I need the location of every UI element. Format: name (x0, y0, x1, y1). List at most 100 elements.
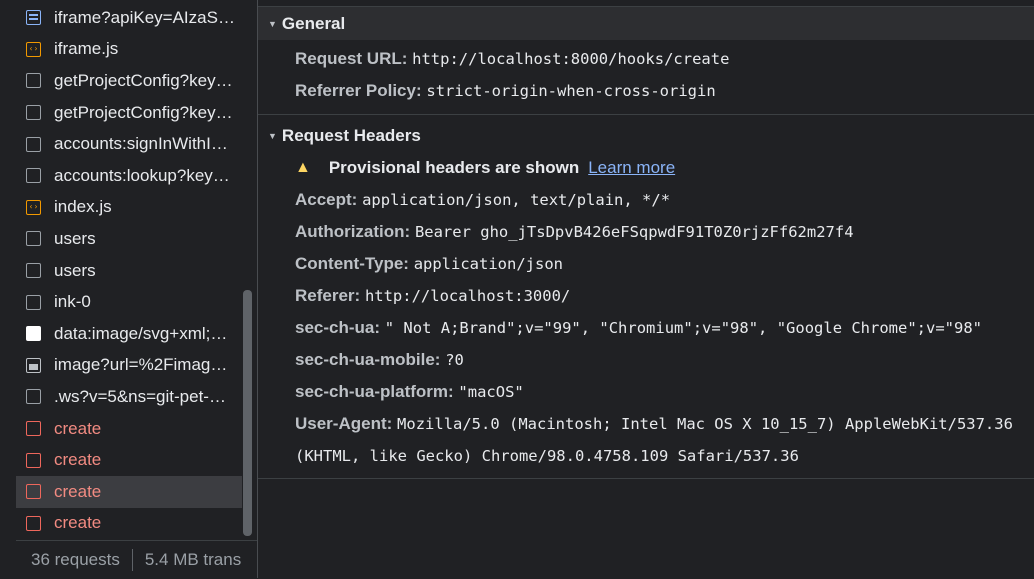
request-name: iframe.js (54, 39, 119, 59)
request-url-value: http://localhost:8000/hooks/create (412, 50, 730, 68)
status-separator (131, 549, 133, 571)
request-name: .ws?v=5&ns=git-pet-… (54, 386, 226, 406)
header-list: Accept: application/json, text/plain, */… (295, 184, 1034, 472)
collapse-triangle-icon: ▼ (268, 18, 277, 29)
request-row[interactable]: data:image/svg+xml;… (16, 318, 242, 350)
request-name: accounts:lookup?key… (54, 165, 230, 185)
image-icon (26, 357, 41, 373)
document-icon (26, 10, 41, 26)
status-bar: 36 requests 5.4 MB trans (16, 540, 257, 579)
file-icon (26, 73, 41, 89)
header-row: User-Agent: Mozilla/5.0 (Macintosh; Inte… (295, 408, 1015, 472)
request-headers-title: Request Headers (281, 125, 421, 145)
request-row[interactable]: create (16, 475, 242, 508)
header-value: "macOS" (458, 383, 524, 401)
request-row[interactable]: accounts:signInWithI… (16, 128, 242, 160)
request-row[interactable]: create (16, 413, 242, 445)
request-name: getProjectConfig?key… (54, 70, 233, 90)
file-icon (26, 136, 41, 152)
request-row[interactable]: users (16, 255, 242, 287)
request-list-pane: iframe?apiKey=AIzaS… ‹› iframe.js getProjec… (0, 0, 257, 578)
request-name: create (54, 513, 102, 533)
failed-request-icon (26, 484, 41, 500)
provisional-warning: ▲ Provisional headers are shown Learn mo… (295, 152, 1034, 184)
headers-pane: ▼ General Request URL: http://localhost:… (258, 0, 1034, 578)
request-row[interactable]: ‹› iframe.js (16, 34, 242, 66)
request-row[interactable]: ink-0 (16, 286, 242, 318)
request-count: 36 requests (31, 550, 120, 569)
request-row[interactable]: iframe?apiKey=AIzaS… (16, 2, 242, 34)
header-name: sec-ch-ua-platform: (295, 382, 454, 401)
referrer-policy-label: Referrer Policy: (295, 81, 422, 100)
script-icon: ‹› (26, 41, 41, 57)
header-name: User-Agent: (295, 414, 393, 433)
request-row[interactable]: create (16, 508, 242, 540)
collapse-triangle-icon: ▼ (268, 130, 277, 141)
request-name: getProjectConfig?key… (54, 102, 233, 122)
header-row: Referer: http://localhost:3000/ (295, 280, 1034, 312)
request-name: ink-0 (54, 292, 91, 312)
provisional-warning-text: Provisional headers are shown (328, 158, 580, 177)
header-row: Authorization: Bearer gho_jTsDpvB426eFSq… (295, 216, 1034, 248)
header-name: sec-ch-ua-mobile: (295, 350, 441, 369)
request-row[interactable]: .ws?v=5&ns=git-pet-… (16, 381, 242, 413)
header-name: Authorization: (295, 222, 411, 241)
request-row[interactable]: image?url=%2Fimag… (16, 350, 242, 382)
request-list: iframe?apiKey=AIzaS… ‹› iframe.js getProjec… (16, 2, 242, 539)
request-url-label: Request URL: (295, 49, 408, 68)
file-icon (26, 389, 41, 405)
header-value: application/json (413, 255, 563, 273)
header-row: sec-ch-ua: " Not A;Brand";v="99", "Chrom… (295, 312, 1015, 344)
request-headers-section: ▲ Provisional headers are shown Learn mo… (258, 152, 1034, 479)
request-name: iframe?apiKey=AIzaS… (54, 7, 235, 27)
top-border (258, 0, 1034, 7)
file-icon (26, 294, 41, 310)
request-row[interactable]: create (16, 444, 242, 476)
header-value: Mozilla/5.0 (Macintosh; Intel Mac OS X 1… (295, 415, 1013, 465)
request-name: create (54, 418, 102, 438)
general-section-header[interactable]: ▼ General (258, 7, 1034, 40)
script-icon: ‹› (26, 199, 41, 215)
request-name: users (54, 228, 96, 248)
failed-request-icon (26, 515, 41, 531)
header-row: Accept: application/json, text/plain, */… (295, 184, 1034, 216)
file-icon (26, 231, 41, 247)
header-value: http://localhost:3000/ (364, 287, 571, 305)
file-icon (26, 168, 41, 184)
file-icon (26, 263, 41, 279)
request-name: index.js (54, 197, 112, 217)
left-edge (0, 0, 14, 578)
request-list-scrollbar[interactable] (243, 290, 252, 536)
header-value: application/json, text/plain, */* (362, 191, 671, 209)
failed-request-icon (26, 421, 41, 437)
request-row[interactable]: ‹› index.js (16, 192, 242, 224)
request-row[interactable]: getProjectConfig?key… (16, 65, 242, 97)
request-name: users (54, 260, 96, 280)
header-row: sec-ch-ua-mobile: ?0 (295, 344, 1034, 376)
referrer-policy-row: Referrer Policy: strict-origin-when-cros… (295, 75, 1034, 107)
request-name: accounts:signInWithI… (54, 134, 228, 154)
header-name: Accept: (295, 190, 358, 209)
request-name: image?url=%2Fimag… (54, 355, 228, 375)
file-icon (26, 105, 41, 121)
learn-more-link[interactable]: Learn more (588, 152, 675, 184)
header-name: Referer: (295, 286, 361, 305)
request-name: create (54, 481, 102, 501)
header-value: Bearer gho_jTsDpvB426eFSqpwdF91T0Z0rjzFf… (414, 223, 854, 241)
request-headers-section-header[interactable]: ▼ Request Headers (258, 119, 1034, 152)
image-icon (26, 326, 41, 342)
request-name: create (54, 450, 102, 470)
general-section: Request URL: http://localhost:8000/hooks… (258, 40, 1034, 115)
header-name: Content-Type: (295, 254, 409, 273)
request-row[interactable]: users (16, 223, 242, 255)
request-row[interactable]: accounts:lookup?key… (16, 160, 242, 192)
request-name: data:image/svg+xml;… (54, 323, 228, 343)
request-url-row: Request URL: http://localhost:8000/hooks… (295, 43, 1034, 75)
failed-request-icon (26, 452, 41, 468)
header-name: sec-ch-ua: (295, 318, 381, 337)
header-value: ?0 (445, 351, 464, 369)
request-row[interactable]: getProjectConfig?key… (16, 97, 242, 129)
referrer-policy-value: strict-origin-when-cross-origin (426, 82, 716, 100)
header-value: " Not A;Brand";v="99", "Chromium";v="98"… (384, 319, 982, 337)
transferred-size: 5.4 MB trans (144, 550, 242, 569)
